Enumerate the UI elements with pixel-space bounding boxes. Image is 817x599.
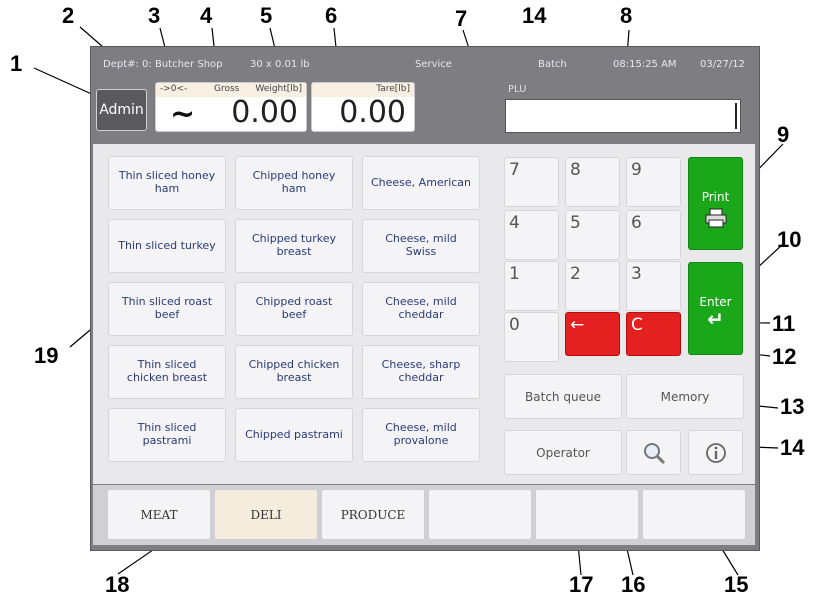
backspace-button[interactable]: ←: [565, 312, 620, 356]
callout-1: 1: [10, 51, 23, 76]
product-button[interactable]: Cheese, mild provalone: [362, 408, 480, 462]
zero-indicator: ->0<-: [160, 84, 188, 94]
search-button[interactable]: [626, 430, 681, 475]
keypad-6[interactable]: 6: [626, 210, 681, 260]
plu-input[interactable]: [505, 99, 741, 133]
info-button[interactable]: [688, 430, 743, 475]
department-label: Dept#: 0: Butcher Shop: [103, 59, 223, 70]
status-bar: Dept#: 0: Butcher Shop 30 x 0.01 lb Serv…: [95, 50, 755, 78]
keypad-7[interactable]: 7: [504, 157, 559, 207]
plu-label: PLU: [508, 84, 527, 95]
product-button[interactable]: Cheese, mild Swiss: [362, 219, 480, 273]
tare-label: Tare[lb]: [376, 84, 410, 94]
keypad-0[interactable]: 0: [504, 312, 559, 362]
gross-label: Gross: [214, 84, 240, 94]
callout-7: 7: [455, 6, 468, 31]
printer-icon: [705, 208, 726, 228]
batch-queue-button[interactable]: Batch queue: [504, 374, 622, 419]
tab-empty-3[interactable]: [642, 489, 746, 540]
batch-status-label: Batch: [538, 59, 567, 70]
enter-icon: ↵: [707, 307, 724, 331]
callout-12: 12: [772, 344, 797, 369]
tab-deli[interactable]: DELI: [214, 489, 318, 540]
keypad-4[interactable]: 4: [504, 210, 559, 260]
product-button[interactable]: Thin sliced chicken breast: [108, 345, 226, 399]
info-icon: [705, 442, 726, 463]
print-label: Print: [701, 190, 730, 204]
tare-value: 0.00: [339, 95, 406, 130]
callout-18: 18: [105, 572, 130, 597]
product-button[interactable]: Thin sliced roast beef: [108, 282, 226, 336]
time-label: 08:15:25 AM: [613, 59, 677, 70]
clear-button[interactable]: C: [626, 312, 681, 356]
gross-weight-value: 0.00: [231, 95, 298, 130]
capacity-label: 30 x 0.01 lb: [250, 59, 310, 70]
keypad-5[interactable]: 5: [565, 210, 620, 260]
keypad-8[interactable]: 8: [565, 157, 620, 207]
tab-meat[interactable]: MEAT: [107, 489, 211, 540]
date-label: 03/27/12: [700, 59, 745, 70]
product-button[interactable]: Chipped roast beef: [235, 282, 353, 336]
callout-15: 15: [724, 572, 749, 597]
callout-14-top: 14: [522, 3, 547, 28]
product-button[interactable]: Cheese, American: [362, 156, 480, 210]
callout-13: 13: [780, 394, 805, 419]
callout-11: 11: [772, 311, 796, 336]
callout-5: 5: [260, 3, 273, 28]
print-button[interactable]: Print: [688, 157, 743, 250]
mode-label: Service: [415, 59, 452, 70]
product-button[interactable]: Cheese, sharp cheddar: [362, 345, 480, 399]
search-icon: [643, 442, 665, 464]
callout-2: 2: [62, 3, 75, 28]
callout-19: 19: [34, 343, 59, 368]
callout-17: 17: [569, 572, 594, 597]
product-button[interactable]: Chipped turkey breast: [235, 219, 353, 273]
callout-4: 4: [200, 3, 213, 28]
product-button[interactable]: Cheese, mild cheddar: [362, 282, 480, 336]
enter-button[interactable]: Enter ↵: [688, 262, 743, 355]
callout-16: 16: [621, 572, 646, 597]
keypad-1[interactable]: 1: [504, 261, 559, 311]
callout-9: 9: [777, 122, 790, 147]
callout-8: 8: [620, 3, 633, 28]
operator-button[interactable]: Operator: [504, 430, 622, 475]
keypad-3[interactable]: 3: [626, 261, 681, 311]
gross-weight-display: ->0<- Gross Weight[lb] ~ 0.00: [155, 82, 307, 132]
callout-14-side: 14: [780, 435, 805, 460]
callout-10: 10: [777, 227, 802, 252]
product-button[interactable]: Thin sliced honey ham: [108, 156, 226, 210]
tab-empty-1[interactable]: [428, 489, 532, 540]
weight-unit-label: Weight[lb]: [255, 84, 302, 94]
tab-empty-2[interactable]: [535, 489, 639, 540]
callout-6: 6: [325, 3, 338, 28]
product-button[interactable]: Chipped honey ham: [235, 156, 353, 210]
keypad-9[interactable]: 9: [626, 157, 681, 207]
product-button[interactable]: Chipped pastrami: [235, 408, 353, 462]
admin-button[interactable]: Admin: [96, 89, 147, 131]
product-button[interactable]: Thin sliced turkey: [108, 219, 226, 273]
tare-display: Tare[lb] 0.00: [311, 82, 415, 132]
product-button[interactable]: Thin sliced pastrami: [108, 408, 226, 462]
memory-button[interactable]: Memory: [626, 374, 744, 419]
tab-produce[interactable]: PRODUCE: [321, 489, 425, 540]
stable-symbol: ~: [170, 97, 196, 132]
product-button[interactable]: Chipped chicken breast: [235, 345, 353, 399]
callout-3: 3: [148, 3, 161, 28]
keypad-2[interactable]: 2: [565, 261, 620, 311]
